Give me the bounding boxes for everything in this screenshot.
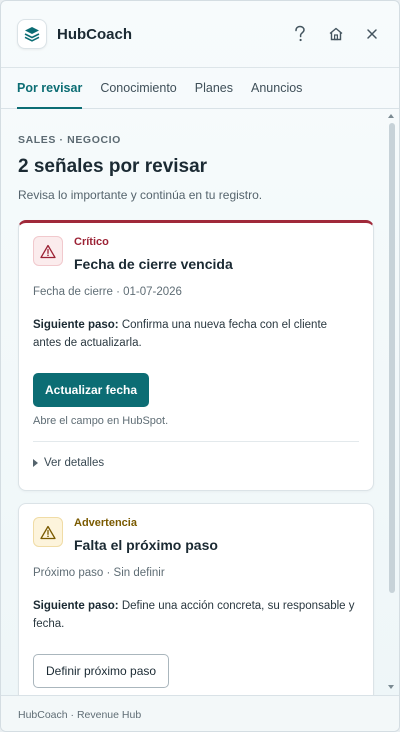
next-step-label: Siguiente paso: [33, 319, 119, 331]
app-title: HubCoach [57, 25, 132, 43]
review-content: SALES · NEGOCIO 2 señales por revisar Re… [1, 110, 399, 695]
warning-icon [40, 525, 56, 539]
app-logo [17, 19, 47, 49]
scroll-down-arrow[interactable] [388, 685, 394, 689]
details-toggle[interactable]: Ver detalles [33, 457, 104, 469]
tab-anuncios[interactable]: Anuncios [251, 68, 302, 108]
define-next-step-button[interactable]: Definir próximo paso [33, 654, 170, 688]
page-subtitle: Revisa lo importante y continúa en tu re… [18, 188, 263, 202]
card-title: Fecha de cierre vencida [74, 256, 233, 272]
card-meta: Fecha de cierre · 01-07-2026 [33, 286, 182, 298]
tab-bar: Por revisar Conocimiento Planes Anuncios [1, 67, 399, 109]
caret-right-icon [33, 459, 38, 467]
hubcoach-panel: HubCoach Por revisar Conocimiento Planes… [0, 0, 400, 732]
next-step: Siguiente paso: Confirma una nueva fecha… [33, 316, 355, 352]
tab-por-revisar[interactable]: Por revisar [17, 68, 83, 109]
question-icon [295, 25, 305, 42]
warning-icon [40, 244, 56, 258]
card-meta: Próximo paso · Sin definir [33, 567, 165, 579]
tab-conocimiento[interactable]: Conocimiento [100, 68, 176, 108]
close-icon [367, 29, 377, 39]
layers-icon [24, 27, 40, 42]
warning-badge [33, 517, 63, 547]
tab-planes[interactable]: Planes [195, 68, 233, 108]
home-icon [329, 27, 343, 41]
footer-text: HubCoach · Revenue Hub [18, 708, 142, 721]
card-title: Falta el próximo paso [74, 537, 218, 553]
footer: HubCoach · Revenue Hub [1, 695, 399, 731]
scroll-up-arrow[interactable] [388, 114, 394, 118]
severity-label: Crítico [74, 236, 109, 248]
next-step: Siguiente paso: Define una acción concre… [33, 597, 355, 633]
page-title: 2 señales por revisar [18, 156, 208, 177]
update-date-button[interactable]: Actualizar fecha [33, 373, 150, 407]
signal-card-warning: Advertencia Falta el próximo paso Próxim… [18, 503, 374, 695]
home-button[interactable] [325, 23, 347, 45]
severity-label: Advertencia [74, 517, 137, 529]
card-divider [33, 441, 359, 442]
details-label: Ver detalles [44, 457, 105, 469]
signal-card-critical: Crítico Fecha de cierre vencida Fecha de… [18, 220, 374, 491]
next-step-label: Siguiente paso: [33, 600, 119, 612]
scrollbar-thumb[interactable] [389, 123, 395, 593]
help-button[interactable] [289, 23, 311, 45]
critical-badge [33, 236, 63, 266]
header: HubCoach [1, 1, 399, 67]
close-button[interactable] [361, 23, 383, 45]
button-hint: Abre el campo en HubSpot. [33, 415, 169, 427]
section-eyebrow: SALES · NEGOCIO [18, 134, 121, 146]
